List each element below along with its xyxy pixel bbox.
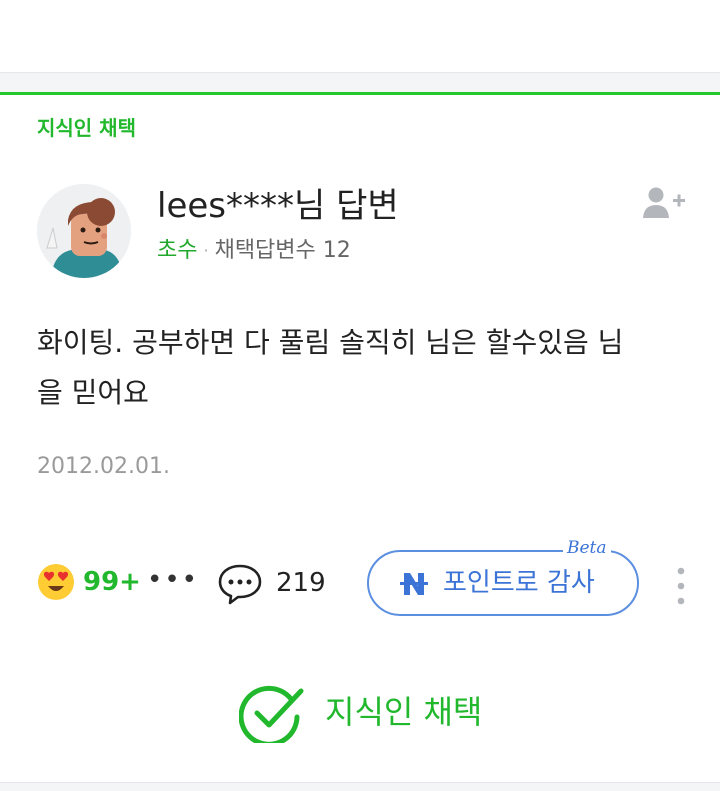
adopted-highlight-line xyxy=(0,92,720,95)
top-area xyxy=(0,0,720,72)
vertical-ellipsis-icon[interactable] xyxy=(676,566,686,606)
naver-pay-icon xyxy=(399,569,429,599)
add-user-icon[interactable] xyxy=(642,186,686,220)
section-divider xyxy=(0,72,720,93)
adoption-status-label[interactable]: 지식인 채택 xyxy=(325,690,482,734)
answer-content-line: 을 믿어요 xyxy=(37,376,149,409)
answer-date: 2012.02.01. xyxy=(37,454,170,479)
author-meta: 초수 · 채택답변수 12 xyxy=(157,236,351,266)
adopted-count-label: 채택답변수 xyxy=(214,238,316,263)
answer-content: 화이팅. 공부하면 다 풀림 솔직히 님은 할수있음 님 을 믿어요 xyxy=(37,318,697,418)
comment-count[interactable]: 219 xyxy=(276,562,326,604)
adopted-count-value: 12 xyxy=(322,238,351,263)
beta-badge: Beta xyxy=(563,538,611,558)
reaction-more-button[interactable]: ••• xyxy=(147,562,199,598)
answer-author-name[interactable]: lees****님 답변 xyxy=(157,184,399,228)
thanks-with-points-button[interactable]: 포인트로 감사 xyxy=(367,550,639,616)
thanks-button-label: 포인트로 감사 xyxy=(443,568,595,598)
meta-separator: · xyxy=(203,241,209,260)
answer-content-line: 화이팅. 공부하면 다 풀림 솔직히 님은 할수있음 님 xyxy=(37,326,624,359)
adopted-badge-label: 지식인 채택 xyxy=(37,116,136,140)
author-grade[interactable]: 초수 xyxy=(157,238,197,263)
avatar-character-icon xyxy=(37,184,131,278)
avatar[interactable] xyxy=(37,184,131,278)
check-circle-icon[interactable] xyxy=(238,683,309,747)
reaction-count[interactable]: 99+ xyxy=(83,562,141,602)
speech-bubble-icon[interactable] xyxy=(217,562,263,606)
heart-eyes-emoji-icon[interactable] xyxy=(37,563,75,601)
